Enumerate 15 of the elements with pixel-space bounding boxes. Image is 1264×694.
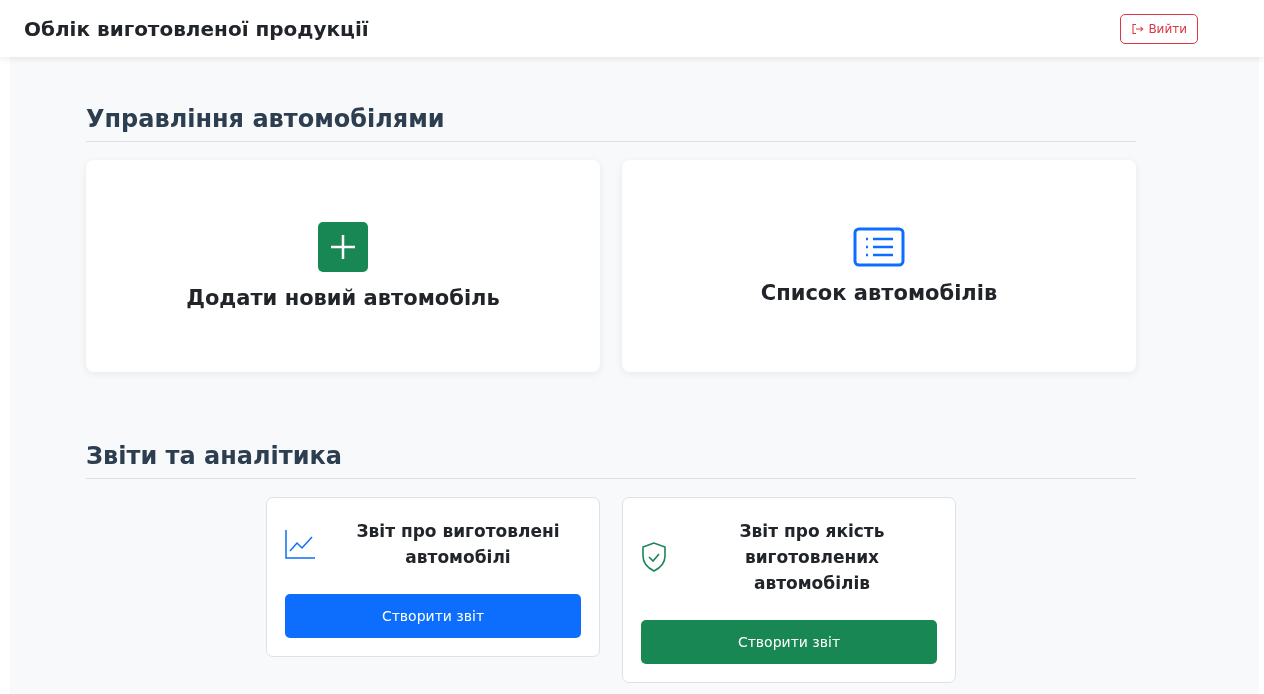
section-title: Управління автомобілями (86, 105, 1136, 142)
logout-button[interactable]: Вийти (1120, 13, 1198, 44)
report-title: Звіт про якість виготовлених автомобілів (738, 520, 886, 595)
plus-icon (318, 222, 368, 272)
logout-icon (1131, 22, 1145, 35)
action-card[interactable]: Додати новий автомобіль (86, 160, 600, 372)
line-chart-icon (285, 529, 315, 559)
section-title: Звіти та аналітика (86, 442, 1136, 479)
shield-check-icon (641, 542, 667, 572)
list-icon (853, 227, 905, 267)
create-report-button[interactable]: Створити звіт (285, 594, 581, 638)
action-card[interactable]: Список автомобілів (622, 160, 1136, 372)
app-title: Облік виготовленої продукції (24, 16, 369, 41)
report-title: Звіт про виготовлені автомобілі (355, 520, 561, 569)
create-report-button[interactable]: Створити звіт (641, 620, 937, 664)
